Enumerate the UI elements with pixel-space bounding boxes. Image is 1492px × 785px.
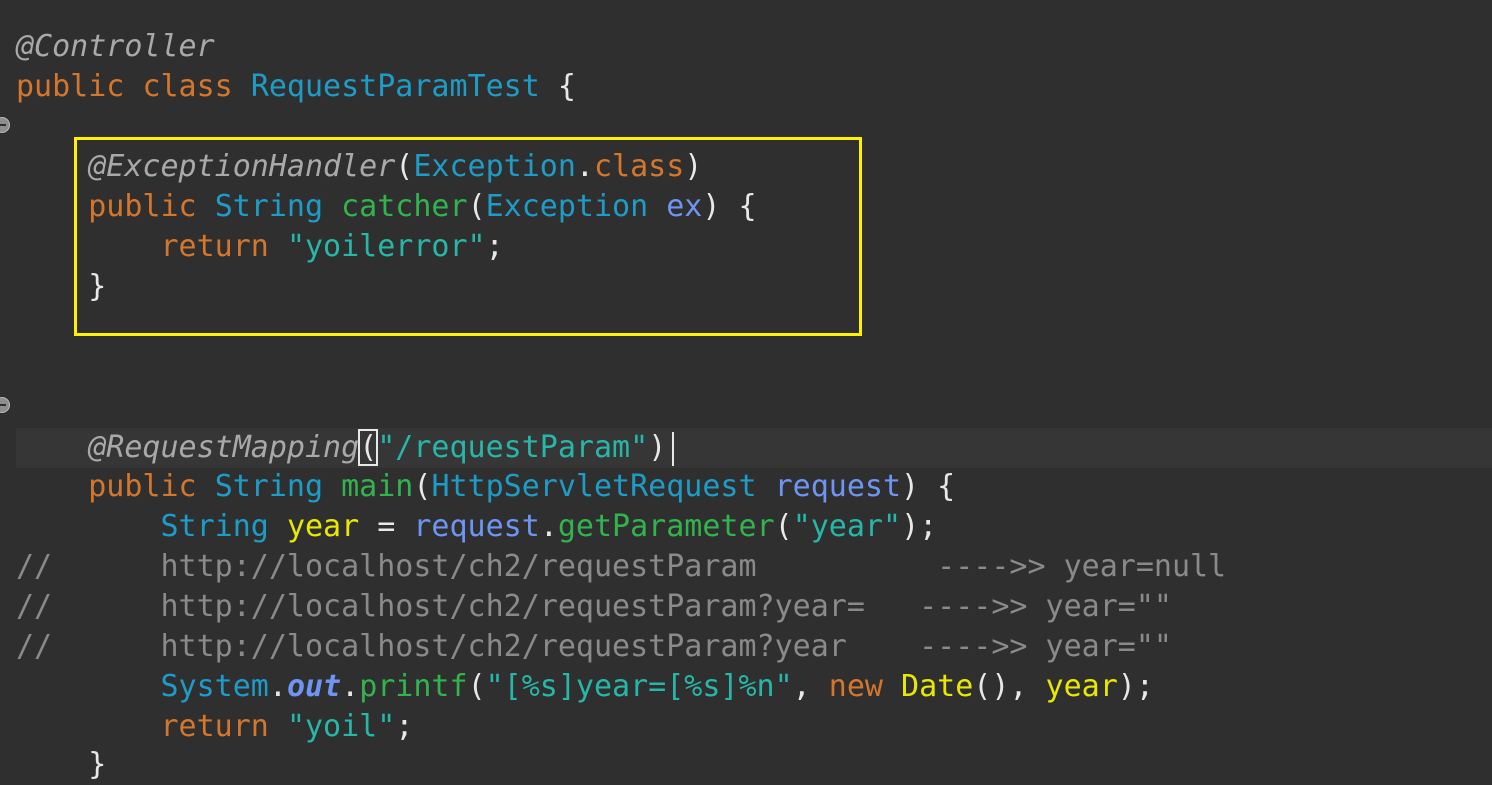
type-name: Exception (485, 189, 649, 224)
code-line-4: @ExceptionHandler(Exception.class) (16, 147, 702, 187)
keyword: new (828, 669, 883, 704)
code-line-18: return "yoil"; (16, 707, 414, 747)
class-name: RequestParamTest (250, 69, 540, 104)
string-literal: "yoilerror" (286, 229, 486, 264)
fold-collapse-icon[interactable] (0, 117, 10, 133)
method-name: catcher (341, 189, 468, 224)
paren: ( (467, 189, 486, 224)
keyword: return (160, 229, 269, 264)
keyword: public (88, 189, 197, 224)
local-variable: year (1045, 669, 1118, 704)
paren: ( (467, 669, 486, 704)
keyword: public (16, 69, 125, 104)
type-name: System (160, 669, 269, 704)
parameter: ex (666, 189, 703, 224)
annotation: @Controller (16, 29, 215, 64)
comma: , (1009, 669, 1046, 704)
semicolon: ; (395, 709, 414, 744)
paren: ) (648, 430, 667, 465)
paren: ( (413, 469, 432, 504)
brace: { (557, 69, 576, 104)
static-field: out (286, 669, 342, 704)
code-line-6: return "yoilerror"; (16, 227, 504, 267)
type-name: HttpServletRequest (431, 469, 757, 504)
parameter: request (774, 469, 902, 504)
type-name: Exception (413, 149, 576, 184)
local-variable: year (286, 509, 360, 544)
semicolon: ; (485, 229, 504, 264)
type-name: String (160, 509, 269, 544)
code-editor[interactable]: @Controller public class RequestParamTes… (0, 0, 1492, 782)
brace: } (88, 269, 107, 304)
method-name: main (341, 469, 414, 504)
paren: ); (901, 509, 938, 544)
paren: ( (774, 509, 793, 544)
code-line-2: public class RequestParamTest { (16, 67, 576, 107)
dot: . (539, 509, 558, 544)
code-line-14-comment: // http://localhost/ch2/requestParam ---… (16, 549, 1227, 584)
string-literal: "yoil" (286, 709, 396, 744)
text-cursor (672, 431, 675, 466)
annotation: @RequestMapping (88, 430, 360, 465)
dot: . (575, 149, 594, 184)
brace: } (88, 747, 107, 782)
code-line-5: public String catcher(Exception ex) { (16, 187, 757, 227)
code-line-1: @Controller (16, 27, 215, 67)
paren: ) { (702, 189, 757, 224)
paren: () (973, 669, 1010, 704)
operator: = (359, 509, 414, 544)
method-name: getParameter (557, 509, 775, 544)
parameter: request (413, 509, 540, 544)
annotation: @ExceptionHandler (88, 149, 396, 184)
paren: ( (395, 149, 414, 184)
comma: , (792, 669, 829, 704)
keyword: class (593, 149, 685, 184)
paren: ); (1117, 669, 1154, 704)
paren: ) (684, 149, 703, 184)
string-literal: "year" (792, 509, 902, 544)
paren: ) { (901, 469, 956, 504)
code-line-12: public String main(HttpServletRequest re… (16, 467, 955, 507)
type-name: String (214, 469, 324, 504)
method-name: printf (359, 669, 468, 704)
code-line-16-comment: // http://localhost/ch2/requestParam?yea… (16, 629, 1172, 664)
dot: . (341, 669, 360, 704)
keyword: public (88, 469, 197, 504)
class-name: Date (901, 669, 974, 704)
fold-collapse-icon[interactable] (0, 397, 10, 413)
string-literal: "/requestParam" (377, 430, 649, 465)
matched-paren: ( (358, 429, 379, 466)
string-literal: "[%s]year=[%s]%n" (485, 669, 793, 704)
code-line-11: @RequestMapping("/requestParam") (16, 428, 675, 468)
code-line-19: } (16, 745, 106, 785)
code-line-15-comment: // http://localhost/ch2/requestParam?yea… (16, 589, 1172, 624)
code-line-17: System.out.printf("[%s]year=[%s]%n", new… (16, 667, 1154, 707)
dot: . (268, 669, 287, 704)
keyword: class (142, 69, 233, 104)
code-line-13: String year = request.getParameter("year… (16, 507, 938, 547)
code-line-7: } (16, 267, 106, 307)
keyword: return (160, 709, 269, 744)
type-name: String (214, 189, 324, 224)
